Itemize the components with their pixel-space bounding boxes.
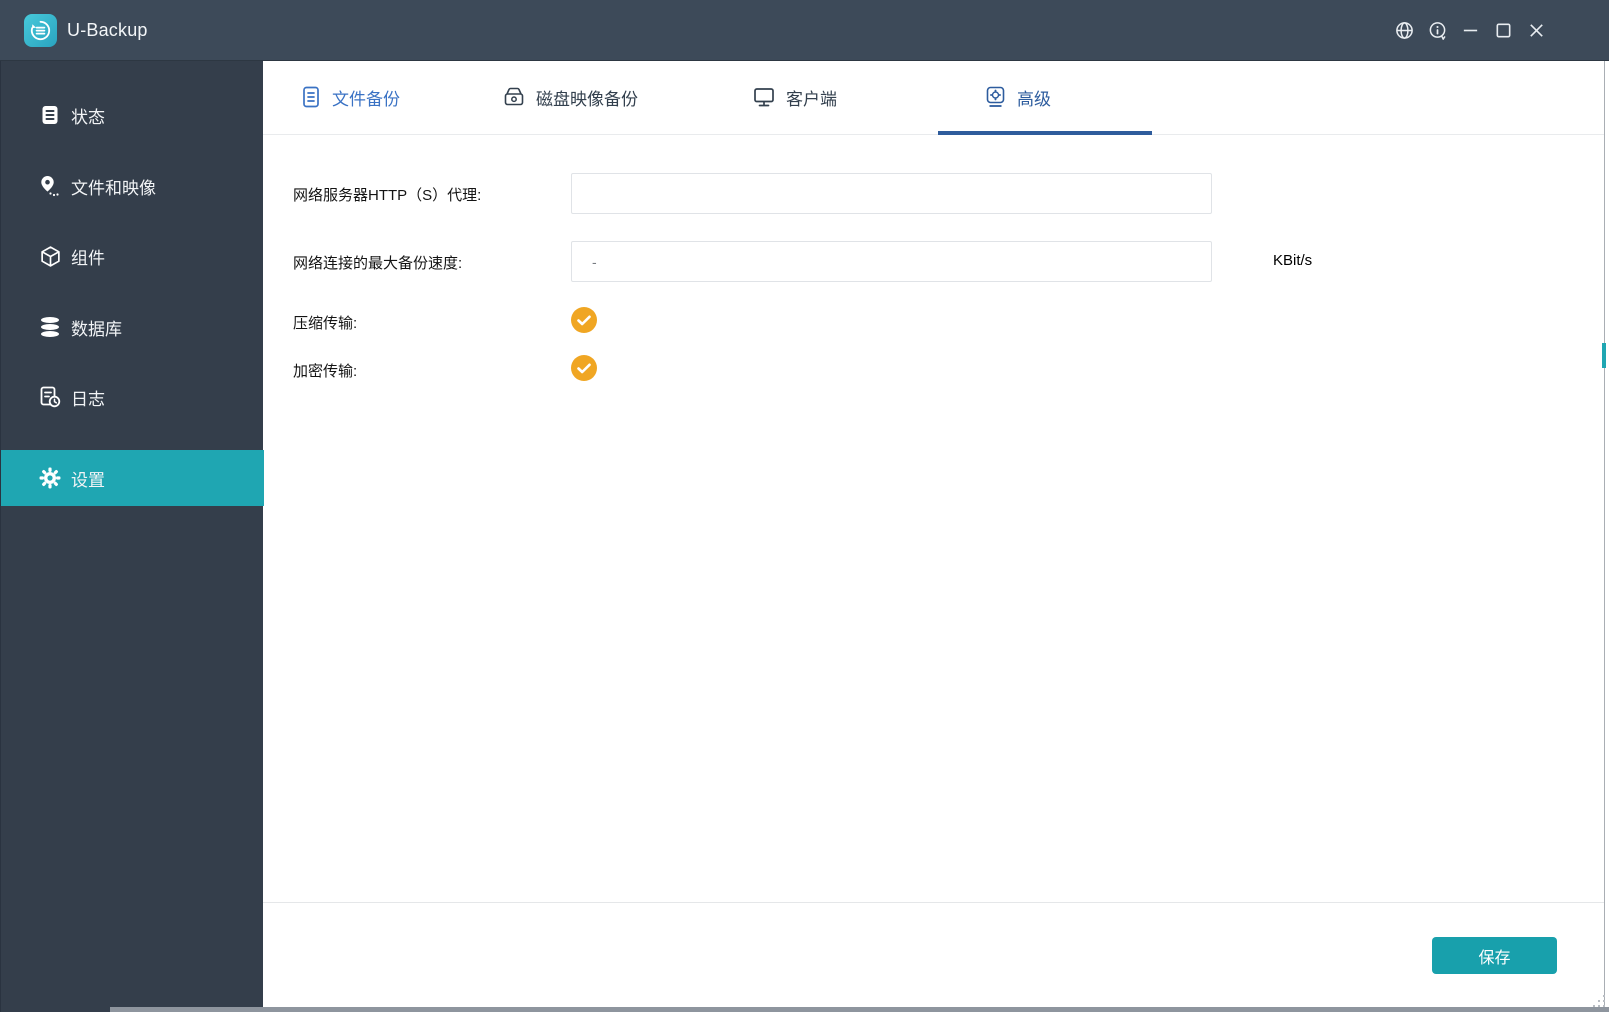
minimize-button[interactable] xyxy=(1461,21,1480,40)
encrypt-label: 加密传输: xyxy=(293,363,358,380)
check-icon xyxy=(577,315,591,325)
compress-label: 压缩传输: xyxy=(293,315,358,332)
tab-client[interactable]: 客户端 xyxy=(752,75,837,119)
maximize-icon xyxy=(1496,23,1511,38)
advanced-gear-icon xyxy=(986,86,1005,107)
database-icon xyxy=(38,315,62,339)
speed-unit-label: KBit/s xyxy=(1273,252,1313,269)
save-button[interactable]: 保存 xyxy=(1432,937,1557,974)
info-icon xyxy=(1429,22,1446,40)
location-pin-icon xyxy=(38,174,62,198)
proxy-input[interactable] xyxy=(571,173,1212,214)
scrollbar-thumb[interactable] xyxy=(1602,343,1606,368)
proxy-label: 网络服务器HTTP（S）代理: xyxy=(293,187,482,204)
sidebar-item-label: 文件和映像 xyxy=(71,178,156,198)
active-tab-underline xyxy=(938,131,1152,135)
globe-icon xyxy=(1396,22,1413,39)
log-clock-icon xyxy=(38,385,62,409)
sidebar-item-settings[interactable]: 设置 xyxy=(1,450,264,506)
titlebar: U-Backup xyxy=(0,0,1609,61)
sidebar-item-label: 状态 xyxy=(71,107,105,127)
disk-image-icon xyxy=(504,87,524,106)
sidebar-item-label: 设置 xyxy=(71,470,105,490)
cube-icon xyxy=(38,244,62,268)
tab-label: 文件备份 xyxy=(332,89,400,109)
tab-label: 客户端 xyxy=(786,89,837,109)
sidebar-item-files-images[interactable]: 文件和映像 xyxy=(1,158,264,214)
sidebar-item-status[interactable]: 状态 xyxy=(1,87,264,143)
check-icon xyxy=(577,363,591,373)
u-backup-window: { "app": { "title": "U-Backup" }, "title… xyxy=(0,0,1609,1012)
backup-sync-icon xyxy=(30,20,51,41)
file-backup-icon xyxy=(303,86,319,108)
app-logo xyxy=(24,14,57,47)
scrollbar-track xyxy=(1604,61,1605,1007)
close-button[interactable] xyxy=(1527,21,1546,40)
encrypt-checkbox[interactable] xyxy=(571,355,597,381)
status-document-icon xyxy=(38,103,62,127)
client-monitor-icon xyxy=(754,88,774,107)
tab-label: 高级 xyxy=(1017,89,1051,109)
tab-disk-image-backup[interactable]: 磁盘映像备份 xyxy=(502,75,638,119)
window-controls xyxy=(1395,0,1546,61)
maximize-button[interactable] xyxy=(1494,21,1513,40)
minimize-icon xyxy=(1463,29,1478,32)
language-globe-button[interactable] xyxy=(1395,21,1414,40)
speed-label: 网络连接的最大备份速度: xyxy=(293,255,463,272)
sidebar-item-label: 数据库 xyxy=(71,319,122,339)
about-info-button[interactable] xyxy=(1428,21,1447,40)
tab-label: 磁盘映像备份 xyxy=(536,89,638,109)
tab-file-backup[interactable]: 文件备份 xyxy=(300,75,400,119)
sidebar-item-components[interactable]: 组件 xyxy=(1,228,264,284)
sidebar-item-database[interactable]: 数据库 xyxy=(1,299,264,355)
window-bottom-border xyxy=(110,1007,1609,1012)
gear-icon xyxy=(38,466,62,490)
compress-checkbox[interactable] xyxy=(571,307,597,333)
app-title: U-Backup xyxy=(67,20,148,40)
speed-input[interactable] xyxy=(571,241,1212,282)
resize-grip-icon[interactable] xyxy=(1591,993,1607,1009)
tab-advanced[interactable]: 高级 xyxy=(984,75,1051,119)
sidebar-item-label: 组件 xyxy=(71,248,105,268)
sidebar-item-logs[interactable]: 日志 xyxy=(1,369,264,425)
tabbar-divider xyxy=(263,134,1604,135)
footer-divider xyxy=(263,902,1604,903)
sidebar-item-label: 日志 xyxy=(71,389,105,409)
sidebar: 状态 文件和映像 组件 数据库 日志 设置 xyxy=(0,61,264,1012)
close-icon xyxy=(1530,24,1543,37)
